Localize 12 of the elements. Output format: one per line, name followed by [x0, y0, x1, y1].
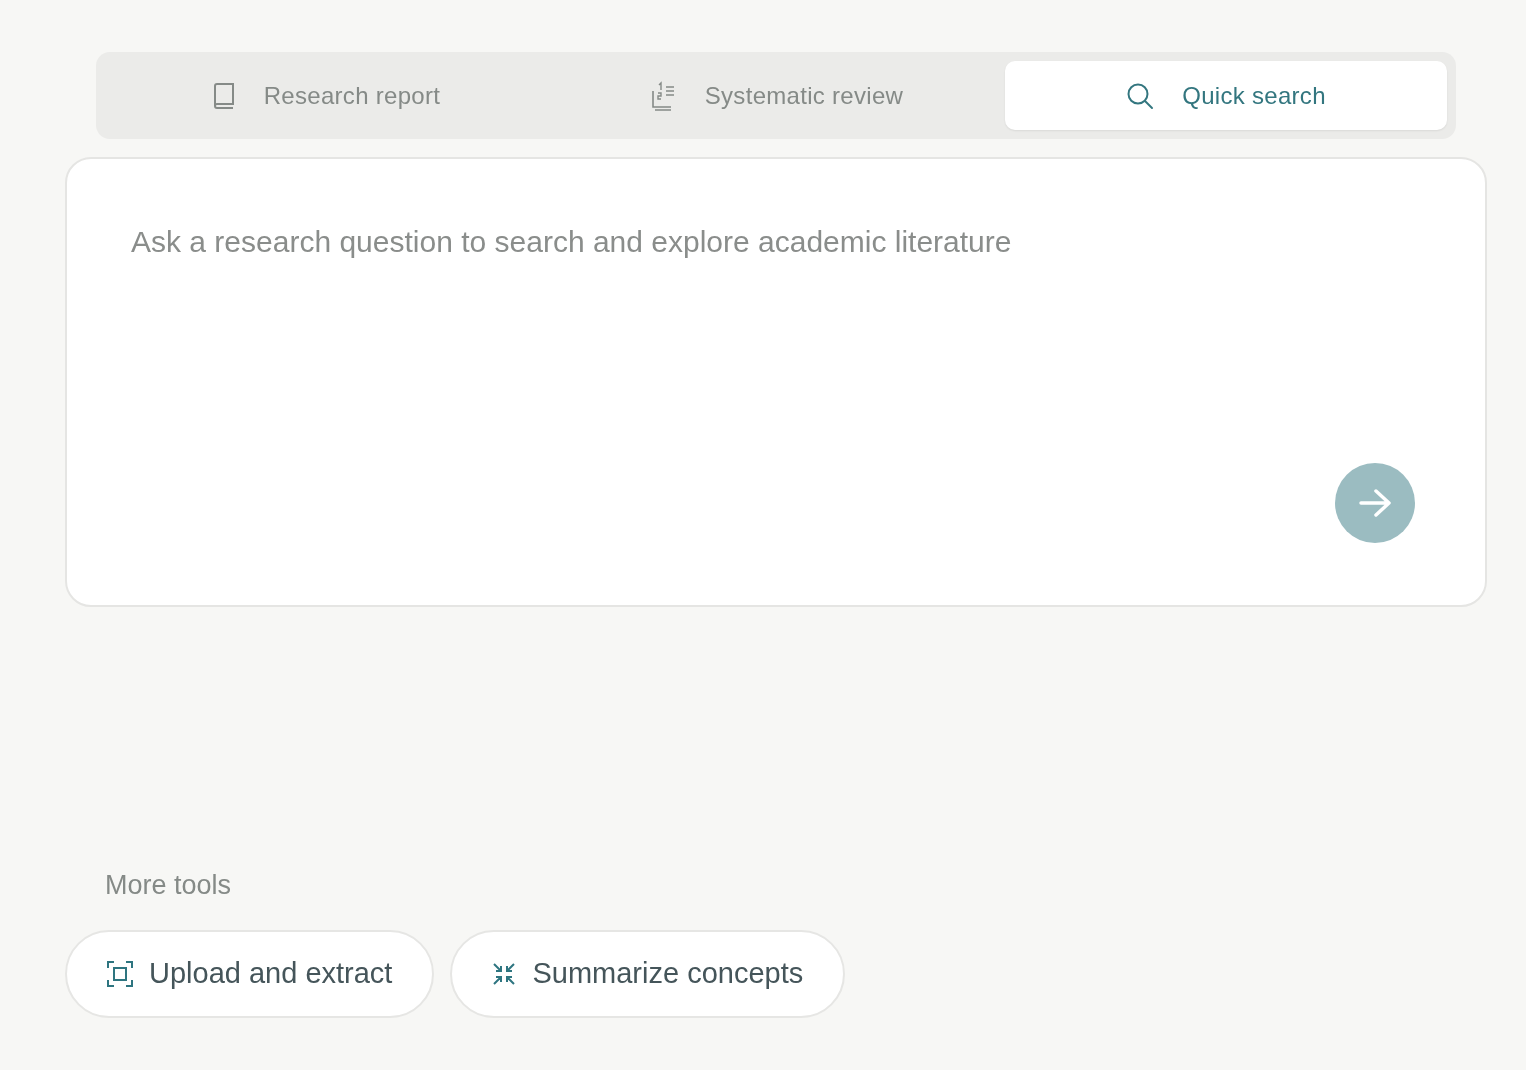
book-icon: [211, 81, 236, 110]
question-input-field[interactable]: Ask a research question to search and explore academic literature: [131, 219, 1415, 264]
scan-frame-icon: [107, 960, 133, 987]
shrink-arrows-icon: [492, 961, 517, 986]
tool-button[interactable]: Upload and extract: [65, 929, 435, 1018]
arrow-right-icon: [1358, 488, 1392, 518]
mode-tab[interactable]: Quick search: [1005, 61, 1447, 130]
search-icon: [1126, 81, 1155, 110]
section-heading: More tools: [105, 869, 233, 902]
mode-tab[interactable]: Systematic review: [555, 61, 997, 130]
tool-button[interactable]: Summarize concepts: [450, 929, 846, 1018]
mode-tab[interactable]: Research report: [105, 61, 547, 130]
